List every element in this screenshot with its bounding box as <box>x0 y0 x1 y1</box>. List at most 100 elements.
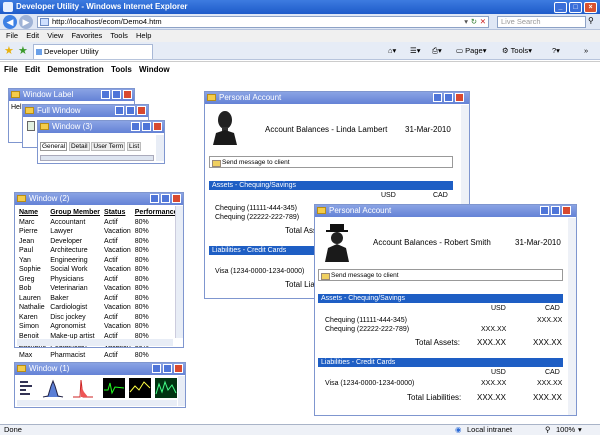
table-row[interactable]: Yan Engineering Actif 80% <box>17 256 180 266</box>
close-icon[interactable] <box>172 194 181 203</box>
menu-tools[interactable]: Tools <box>110 31 128 40</box>
table-row[interactable]: Max Pharmacist Actif 80% <box>17 351 180 361</box>
asset-row-name: Chequing (11111-444-345) <box>325 317 407 324</box>
zoom-level[interactable]: 100% <box>556 425 575 435</box>
table-row[interactable]: Bob Veterinarian Vacation 80% <box>17 284 180 294</box>
tools-menu-button[interactable]: ⚙ Tools▾ <box>502 45 532 57</box>
table-row[interactable]: Paul Architecture Vacation 80% <box>17 246 180 256</box>
window-1-titlebar[interactable]: Window (1) <box>15 363 185 375</box>
table-cell: Baker <box>50 294 69 302</box>
window-2-titlebar[interactable]: Window (2) <box>15 193 183 205</box>
vertical-scrollbar[interactable] <box>568 218 576 415</box>
close-icon[interactable] <box>562 206 571 215</box>
column-header[interactable]: Performance <box>133 208 180 218</box>
minimize-icon[interactable] <box>131 122 140 131</box>
stop-icon[interactable]: ✕ <box>480 17 486 27</box>
close-icon[interactable] <box>123 90 132 99</box>
refresh-icon[interactable]: ↻ <box>471 17 477 27</box>
back-arrow-icon[interactable]: ◀ <box>3 15 17 29</box>
menu-file[interactable]: File <box>6 31 18 40</box>
close-icon[interactable] <box>137 106 146 115</box>
close-icon[interactable] <box>153 122 162 131</box>
add-favorite-icon[interactable]: ★ <box>18 44 28 57</box>
minimize-icon[interactable] <box>540 206 549 215</box>
table-row[interactable]: Lauren Baker Actif 80% <box>17 294 180 304</box>
minimize-icon[interactable]: _ <box>554 2 567 13</box>
close-icon[interactable]: × <box>584 2 597 13</box>
window-1[interactable]: Window (1) <box>14 362 186 408</box>
maximize-icon[interactable] <box>163 364 172 373</box>
table-row[interactable]: Nathalie Cardiologist Vacation 80% <box>17 303 180 313</box>
table-row[interactable]: Greg Physicians Actif 80% <box>17 275 180 285</box>
maximize-icon[interactable] <box>112 90 121 99</box>
minimize-icon[interactable] <box>150 194 159 203</box>
horizontal-scrollbar[interactable] <box>40 155 154 161</box>
column-header[interactable]: Status <box>102 208 133 218</box>
minimize-icon[interactable] <box>115 106 124 115</box>
close-icon[interactable] <box>174 364 183 373</box>
column-header[interactable]: Group Member <box>48 208 102 218</box>
maximize-icon[interactable]: □ <box>569 2 582 13</box>
maximize-icon[interactable] <box>126 106 135 115</box>
window-3[interactable]: Window (3) General Detail User Term List <box>37 120 165 164</box>
print-icon[interactable]: ⎙▾ <box>432 45 442 57</box>
app-menu-demonstration[interactable]: Demonstration <box>47 65 103 74</box>
maximize-icon[interactable] <box>142 122 151 131</box>
tab-user-term[interactable]: User Term <box>91 142 126 151</box>
minimize-icon[interactable] <box>152 364 161 373</box>
table-row[interactable]: Jean Developer Actif 80% <box>17 237 180 247</box>
app-menu-window[interactable]: Window <box>139 65 170 74</box>
tab-general[interactable]: General <box>40 142 68 151</box>
personal-account-1-titlebar[interactable]: Personal Account <box>205 92 469 104</box>
zoom-icon[interactable]: ⚲ <box>545 425 551 435</box>
table-row[interactable]: Sophie Social Work Vacation 80% <box>17 265 180 275</box>
help-icon[interactable]: ?▾ <box>552 45 560 57</box>
minimize-icon[interactable] <box>433 93 442 102</box>
column-header[interactable]: Name <box>17 208 48 218</box>
favorites-star-icon[interactable]: ★ <box>4 44 14 57</box>
send-message-button[interactable]: Send message to client <box>209 156 453 168</box>
vertical-scrollbar[interactable] <box>178 376 185 406</box>
personal-account-window-2[interactable]: Personal Account Account Balances - Robe… <box>314 204 577 416</box>
personal-account-2-titlebar[interactable]: Personal Account <box>315 205 576 217</box>
maximize-icon[interactable] <box>444 93 453 102</box>
table-row[interactable]: Marc Accountant Actif 80% <box>17 218 180 228</box>
close-icon[interactable] <box>455 93 464 102</box>
minimize-icon[interactable] <box>101 90 110 99</box>
app-menu-edit[interactable]: Edit <box>25 65 40 74</box>
horizontal-scrollbar[interactable] <box>17 400 177 406</box>
more-icon[interactable]: » <box>584 45 588 57</box>
maximize-icon[interactable] <box>161 194 170 203</box>
horizontal-scrollbar[interactable] <box>17 339 173 346</box>
menu-edit[interactable]: Edit <box>26 31 39 40</box>
dropdown-icon[interactable]: ▾ <box>464 17 468 27</box>
tab-bar: ★ ★ Developer Utility ⌂▾ ☰▾ ⎙▾ ▭ Page▾ ⚙… <box>0 42 600 60</box>
home-icon[interactable]: ⌂▾ <box>388 45 396 57</box>
feeds-icon[interactable]: ☰▾ <box>410 45 421 57</box>
maximize-icon[interactable] <box>551 206 560 215</box>
menu-view[interactable]: View <box>47 31 63 40</box>
window-2[interactable]: Window (2) Name Group Member Status Perform… <box>14 192 184 359</box>
menu-favorites[interactable]: Favorites <box>71 31 102 40</box>
window-3-titlebar[interactable]: Window (3) <box>38 121 164 133</box>
table-row[interactable]: Simon Agronomist Vacation 80% <box>17 322 180 332</box>
zoom-dropdown-icon[interactable]: ▾ <box>578 425 582 435</box>
forward-arrow-icon[interactable]: ▶ <box>19 15 33 29</box>
app-menu-tools[interactable]: Tools <box>111 65 132 74</box>
table-row[interactable]: Pierre Lawyer Vacation 80% <box>17 227 180 237</box>
send-message-button[interactable]: Send message to client <box>318 269 563 281</box>
page-menu-button[interactable]: ▭ Page▾ <box>456 45 486 57</box>
tab-list[interactable]: List <box>127 142 142 151</box>
table-row[interactable]: Karen Disc jockey Actif 80% <box>17 313 180 323</box>
menu-help[interactable]: Help <box>136 31 151 40</box>
search-input[interactable]: Live Search <box>497 16 586 28</box>
tab-detail[interactable]: Detail <box>68 142 90 151</box>
window-label-titlebar[interactable]: Window Label <box>9 89 134 101</box>
app-menu-file[interactable]: File <box>4 65 18 74</box>
vertical-scrollbar[interactable] <box>175 206 183 338</box>
search-icon[interactable]: ⚲ <box>588 16 594 25</box>
address-input[interactable]: http://localhost/ecom/Demo4.htm ▾ ↻ ✕ <box>37 16 489 28</box>
tab-developer-utility[interactable]: Developer Utility <box>33 44 153 59</box>
vertical-scrollbar[interactable] <box>156 135 164 161</box>
full-window-titlebar[interactable]: Full Window <box>23 105 148 117</box>
